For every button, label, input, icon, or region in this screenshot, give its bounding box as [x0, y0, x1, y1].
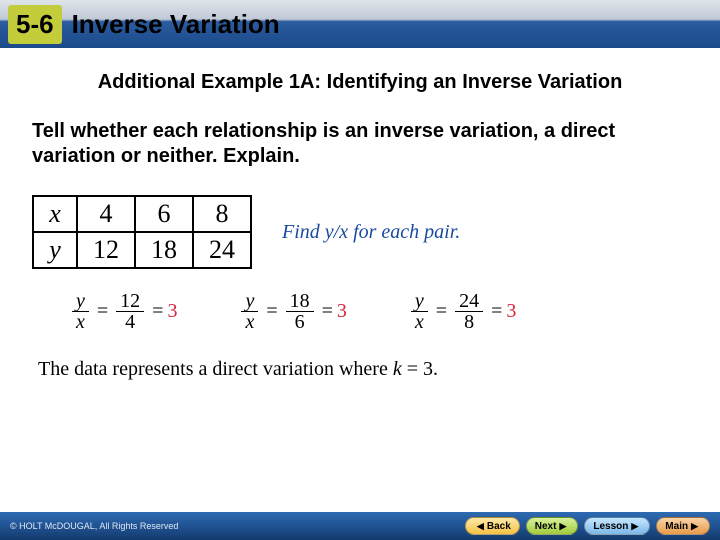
frac-y: y [241, 291, 258, 312]
y-val-0: 12 [77, 232, 135, 268]
frac-y: y [411, 291, 428, 312]
equals-icon: = [152, 300, 163, 323]
table-and-hint: x 4 6 8 y 12 18 24 Find y/x for each pai… [32, 195, 688, 269]
calc-1-num: 18 [286, 291, 314, 312]
slide-footer: © HOLT McDOUGAL, All Rights Reserved ◀Ba… [0, 512, 720, 540]
triangle-right-icon: ▶ [559, 521, 566, 532]
calc-2-den: 8 [460, 312, 478, 332]
equals-icon: = [97, 300, 108, 323]
section-number-badge: 5-6 [8, 5, 62, 44]
calc-0: yx = 124 = 3 [68, 291, 177, 332]
x-header: x [33, 196, 77, 232]
lesson-label: Lesson [593, 521, 628, 532]
next-label: Next [535, 521, 557, 532]
back-button[interactable]: ◀Back [465, 517, 520, 535]
equals-icon: = [491, 300, 502, 323]
instruction-text: Tell whether each relationship is an inv… [32, 119, 688, 169]
calc-1: yx = 186 = 3 [237, 291, 346, 332]
x-val-0: 4 [77, 196, 135, 232]
x-val-2: 8 [193, 196, 251, 232]
calc-0-den: 4 [121, 312, 139, 332]
hint-text: Find y/x for each pair. [282, 221, 460, 244]
data-table: x 4 6 8 y 12 18 24 [32, 195, 252, 269]
conclusion-pre: The data represents a direct variation w… [38, 358, 393, 380]
calc-1-result: 3 [337, 300, 347, 323]
triangle-right-icon: ▶ [631, 521, 638, 532]
conclusion-post: = 3. [402, 358, 438, 380]
equals-icon: = [266, 300, 277, 323]
copyright-text: © HOLT McDOUGAL, All Rights Reserved [10, 521, 178, 531]
calc-1-den: 6 [291, 312, 309, 332]
frac-x: x [411, 312, 428, 332]
conclusion: The data represents a direct variation w… [38, 358, 688, 381]
calc-2-num: 24 [455, 291, 483, 312]
frac-x: x [72, 312, 89, 332]
equals-icon: = [436, 300, 447, 323]
triangle-left-icon: ◀ [477, 521, 484, 532]
slide-content: Additional Example 1A: Identifying an In… [0, 48, 720, 381]
example-title: Additional Example 1A: Identifying an In… [32, 70, 688, 95]
calc-0-num: 12 [116, 291, 144, 312]
frac-x: x [241, 312, 258, 332]
x-val-1: 6 [135, 196, 193, 232]
main-button[interactable]: Main▶ [656, 517, 710, 535]
main-label: Main [665, 521, 688, 532]
back-label: Back [487, 521, 511, 532]
section-title: Inverse Variation [72, 9, 280, 40]
next-button[interactable]: Next▶ [526, 517, 579, 535]
frac-y: y [72, 291, 89, 312]
y-header: y [33, 232, 77, 268]
calc-2: yx = 248 = 3 [407, 291, 516, 332]
triangle-right-icon: ▶ [691, 521, 698, 532]
equals-icon: = [322, 300, 333, 323]
conclusion-k: k [393, 358, 402, 380]
table-row-y: y 12 18 24 [33, 232, 251, 268]
calc-0-result: 3 [167, 300, 177, 323]
calc-2-result: 3 [506, 300, 516, 323]
table-row-x: x 4 6 8 [33, 196, 251, 232]
nav-buttons: ◀Back Next▶ Lesson▶ Main▶ [465, 517, 710, 535]
y-val-2: 24 [193, 232, 251, 268]
lesson-button[interactable]: Lesson▶ [584, 517, 650, 535]
calculations: yx = 124 = 3 yx = 186 = 3 yx = 248 = 3 [68, 291, 688, 332]
y-val-1: 18 [135, 232, 193, 268]
slide-header: 5-6 Inverse Variation [0, 0, 720, 48]
